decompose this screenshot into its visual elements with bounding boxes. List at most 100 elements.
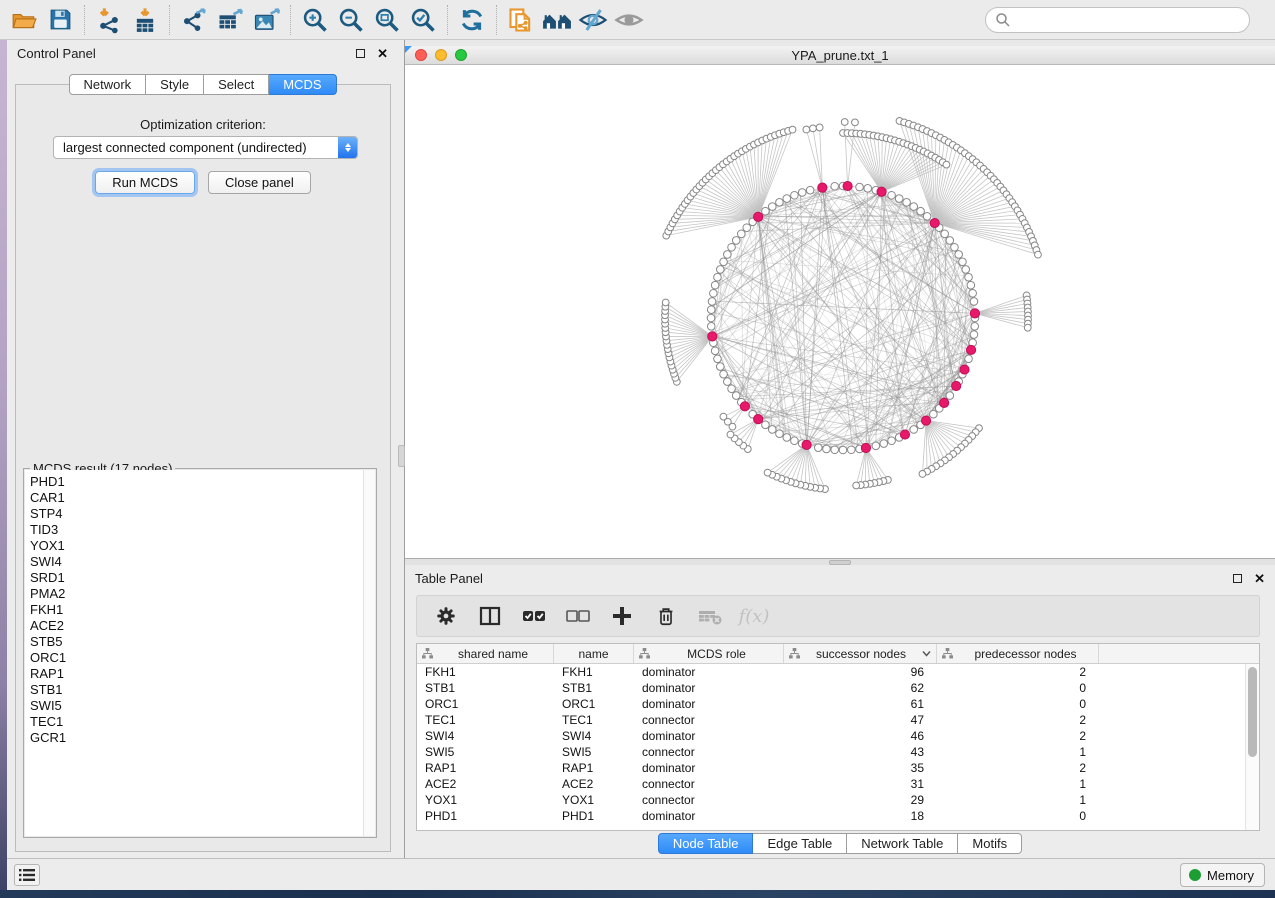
optimization-criterion-label: Optimization criterion: (16, 117, 390, 132)
delete-table-button[interactable] (695, 601, 725, 631)
column-header-predecessor-nodes[interactable]: predecessor nodes (937, 644, 1099, 663)
tab-edge-table[interactable]: Edge Table (753, 833, 847, 854)
close-panel-button[interactable]: Close panel (208, 171, 311, 194)
optimization-criterion-select[interactable]: largest connected component (undirected) (53, 136, 358, 159)
settings-gear-button[interactable] (431, 601, 461, 631)
zoom-in-button[interactable] (297, 3, 333, 37)
copy-network-button[interactable] (503, 3, 539, 37)
table-row[interactable]: STB1STB1dominator620 (417, 680, 1245, 696)
table-cell: RAP1 (417, 760, 554, 776)
tab-node-table[interactable]: Node Table (658, 833, 754, 854)
mcds-result-item[interactable]: ORC1 (30, 650, 363, 666)
mcds-result-item[interactable]: STB5 (30, 634, 363, 650)
split-panel-button[interactable] (475, 601, 505, 631)
tab-select[interactable]: Select (204, 74, 269, 95)
table-row[interactable]: TEC1TEC1connector472 (417, 712, 1245, 728)
search-input[interactable] (1011, 10, 1249, 30)
table-scrollbar[interactable] (1245, 664, 1259, 830)
table-row[interactable]: PHD1PHD1dominator180 (417, 808, 1245, 824)
table-cell: 2 (937, 760, 1099, 776)
tab-style[interactable]: Style (146, 74, 204, 95)
show-all-button[interactable] (611, 3, 647, 37)
tab-motifs[interactable]: Motifs (958, 833, 1022, 854)
export-network-icon (180, 6, 208, 34)
mcds-result-item[interactable]: ACE2 (30, 618, 363, 634)
select-all-rows-button[interactable] (519, 601, 549, 631)
mcds-result-item[interactable]: SRD1 (30, 570, 363, 586)
network-view-titlebar[interactable]: YPA_prune.txt_1 (405, 46, 1275, 65)
close-panel-icon[interactable]: ✕ (377, 47, 388, 60)
close-panel-icon[interactable]: ✕ (1254, 572, 1265, 585)
delete-column-button[interactable] (651, 601, 681, 631)
mcds-result-item[interactable]: SWI4 (30, 554, 363, 570)
add-column-button[interactable] (607, 601, 637, 631)
mcds-result-item[interactable]: FKH1 (30, 602, 363, 618)
tab-mcds[interactable]: MCDS (269, 74, 336, 95)
mcds-result-item[interactable]: TID3 (30, 522, 363, 538)
task-history-button[interactable] (14, 864, 40, 886)
table-cell: 47 (784, 712, 937, 728)
table-cell: 61 (784, 696, 937, 712)
zoom-selected-button[interactable] (405, 3, 441, 37)
mcds-result-item[interactable]: SWI5 (30, 698, 363, 714)
float-panel-icon[interactable] (1233, 574, 1242, 583)
mcds-result-item[interactable]: PHD1 (30, 474, 363, 490)
sort-desc-icon (922, 650, 931, 657)
column-header-MCDS-role[interactable]: MCDS role (634, 644, 784, 663)
mcds-result-item[interactable]: PMA2 (30, 586, 363, 602)
run-mcds-button[interactable]: Run MCDS (95, 171, 195, 194)
zoom-fit-button[interactable] (369, 3, 405, 37)
table-row[interactable]: SWI5SWI5connector431 (417, 744, 1245, 760)
mcds-hub-node (952, 381, 961, 390)
float-panel-icon[interactable] (356, 49, 365, 58)
mcds-result-item[interactable]: YOX1 (30, 538, 363, 554)
column-type-icon (422, 648, 433, 659)
mcds-result-item[interactable]: STP4 (30, 506, 363, 522)
column-header-shared-name[interactable]: shared name (417, 644, 554, 663)
save-session-button[interactable] (42, 3, 78, 37)
mcds-result-item[interactable]: GCR1 (30, 730, 363, 746)
import-table-button[interactable] (127, 3, 163, 37)
network-canvas[interactable] (405, 65, 1275, 558)
table-cell: 96 (784, 664, 937, 680)
table-row[interactable]: RAP1RAP1dominator352 (417, 760, 1245, 776)
table-row[interactable]: YOX1YOX1connector291 (417, 792, 1245, 808)
mcds-result-scrollbar[interactable] (363, 470, 375, 836)
open-file-button[interactable] (6, 3, 42, 37)
zoom-out-button[interactable] (333, 3, 369, 37)
export-table-button[interactable] (212, 3, 248, 37)
table-row[interactable]: SWI4SWI4dominator462 (417, 728, 1245, 744)
table-cell: ORC1 (554, 696, 634, 712)
mcds-result-item[interactable]: TEC1 (30, 714, 363, 730)
table-cell: SWI5 (554, 744, 634, 760)
mcds-result-item[interactable]: RAP1 (30, 666, 363, 682)
export-image-button[interactable] (248, 3, 284, 37)
table-cell: 2 (937, 712, 1099, 728)
mcds-result-item[interactable]: STB1 (30, 682, 363, 698)
mcds-result-groupbox: MCDS result (17 nodes) PHD1CAR1STP4TID3Y… (23, 468, 377, 838)
table-cell: dominator (634, 760, 784, 776)
import-network-button[interactable] (91, 3, 127, 37)
table-row[interactable]: ORC1ORC1dominator610 (417, 696, 1245, 712)
column-header-successor-nodes[interactable]: successor nodes (784, 644, 937, 663)
hide-selected-button[interactable] (575, 3, 611, 37)
table-scrollbar-thumb[interactable] (1248, 667, 1257, 757)
deselect-all-rows-button[interactable] (563, 601, 593, 631)
refresh-network-button[interactable] (454, 3, 490, 37)
memory-button[interactable]: Memory (1180, 863, 1265, 887)
toolbar-separator (169, 5, 170, 35)
splitter-handle[interactable] (398, 445, 405, 467)
tab-network[interactable]: Network (68, 74, 146, 95)
vertical-splitter[interactable] (398, 40, 405, 858)
network-and-table-area: YPA_prune.txt_1 Table Panel ✕ (405, 40, 1275, 858)
table-row[interactable]: FKH1FKH1dominator962 (417, 664, 1245, 680)
tab-network-table[interactable]: Network Table (847, 833, 958, 854)
mcds-result-item[interactable]: CAR1 (30, 490, 363, 506)
function-builder-button[interactable]: f(x) (739, 601, 769, 631)
export-network-button[interactable] (176, 3, 212, 37)
table-row[interactable]: ACE2ACE2connector311 (417, 776, 1245, 792)
horizontal-splitter[interactable] (405, 558, 1275, 565)
table-cell: connector (634, 792, 784, 808)
column-header-name[interactable]: name (554, 644, 634, 663)
first-neighbors-button[interactable] (539, 3, 575, 37)
